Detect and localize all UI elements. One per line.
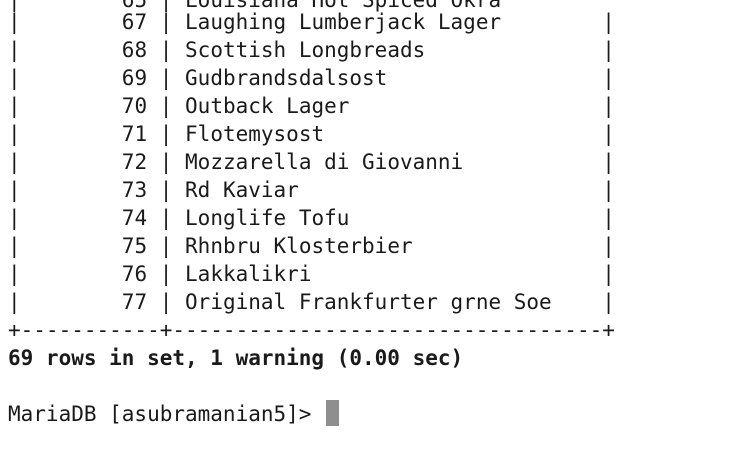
row-name: Gudbrandsdalsost bbox=[185, 66, 388, 90]
row-id: 74 bbox=[121, 206, 148, 230]
row-name: Flotemysost bbox=[185, 122, 325, 146]
row-id: 77 bbox=[121, 290, 148, 314]
row-id: 73 bbox=[121, 178, 148, 202]
row-id: 71 bbox=[121, 122, 148, 146]
row-name: Longlife Tofu bbox=[185, 206, 350, 230]
table-row: | 76 | Lakkalikri | bbox=[8, 262, 615, 286]
row-name: Mozzarella di Giovanni bbox=[185, 150, 464, 174]
command-prompt[interactable]: MariaDB [asubramanian5]> bbox=[8, 400, 340, 428]
row-name: Scottish Longbreads bbox=[185, 38, 426, 62]
table-row: | 72 | Mozzarella di Giovanni | bbox=[8, 150, 615, 174]
prompt-text: MariaDB [asubramanian5]> bbox=[8, 402, 325, 426]
table-row: | 68 | Scottish Longbreads | bbox=[8, 38, 615, 62]
row-name: Lakkalikri bbox=[185, 262, 312, 286]
row-id: 75 bbox=[121, 234, 148, 258]
row-id: 67 bbox=[121, 10, 148, 34]
row-id: 70 bbox=[121, 94, 148, 118]
row-name: Outback Lager bbox=[185, 94, 350, 118]
row-name: Original Frankfurter grne Soe bbox=[185, 290, 552, 314]
row-id: 68 bbox=[121, 38, 148, 62]
table-row: | 75 | Rhnbru Klosterbier | bbox=[8, 234, 615, 258]
row-id: 76 bbox=[121, 262, 148, 286]
table-row: | 71 | Flotemysost | bbox=[8, 122, 615, 146]
row-name: Rd Kaviar bbox=[185, 178, 299, 202]
table-row: | 74 | Longlife Tofu | bbox=[8, 206, 615, 230]
table-row: | 70 | Outback Lager | bbox=[8, 94, 615, 118]
table-row: | 67 | Laughing Lumberjack Lager | bbox=[8, 10, 615, 34]
table-row: | 77 | Original Frankfurter grne Soe | bbox=[8, 290, 615, 314]
terminal-window[interactable]: | 65 | Louisiana Hot Spiced Okra | | 67 … bbox=[0, 0, 750, 457]
row-id: 69 bbox=[121, 66, 148, 90]
row-name: Laughing Lumberjack Lager bbox=[185, 10, 502, 34]
table-bottom-border: +-----------+---------------------------… bbox=[8, 318, 615, 342]
table-row: | 73 | Rd Kaviar | bbox=[8, 178, 615, 202]
row-id: 72 bbox=[121, 150, 148, 174]
table-row: | 69 | Gudbrandsdalsost | bbox=[8, 66, 615, 90]
text-cursor bbox=[326, 400, 340, 426]
query-status: 69 rows in set, 1 warning (0.00 sec) bbox=[8, 346, 464, 370]
row-name: Rhnbru Klosterbier bbox=[185, 234, 413, 258]
